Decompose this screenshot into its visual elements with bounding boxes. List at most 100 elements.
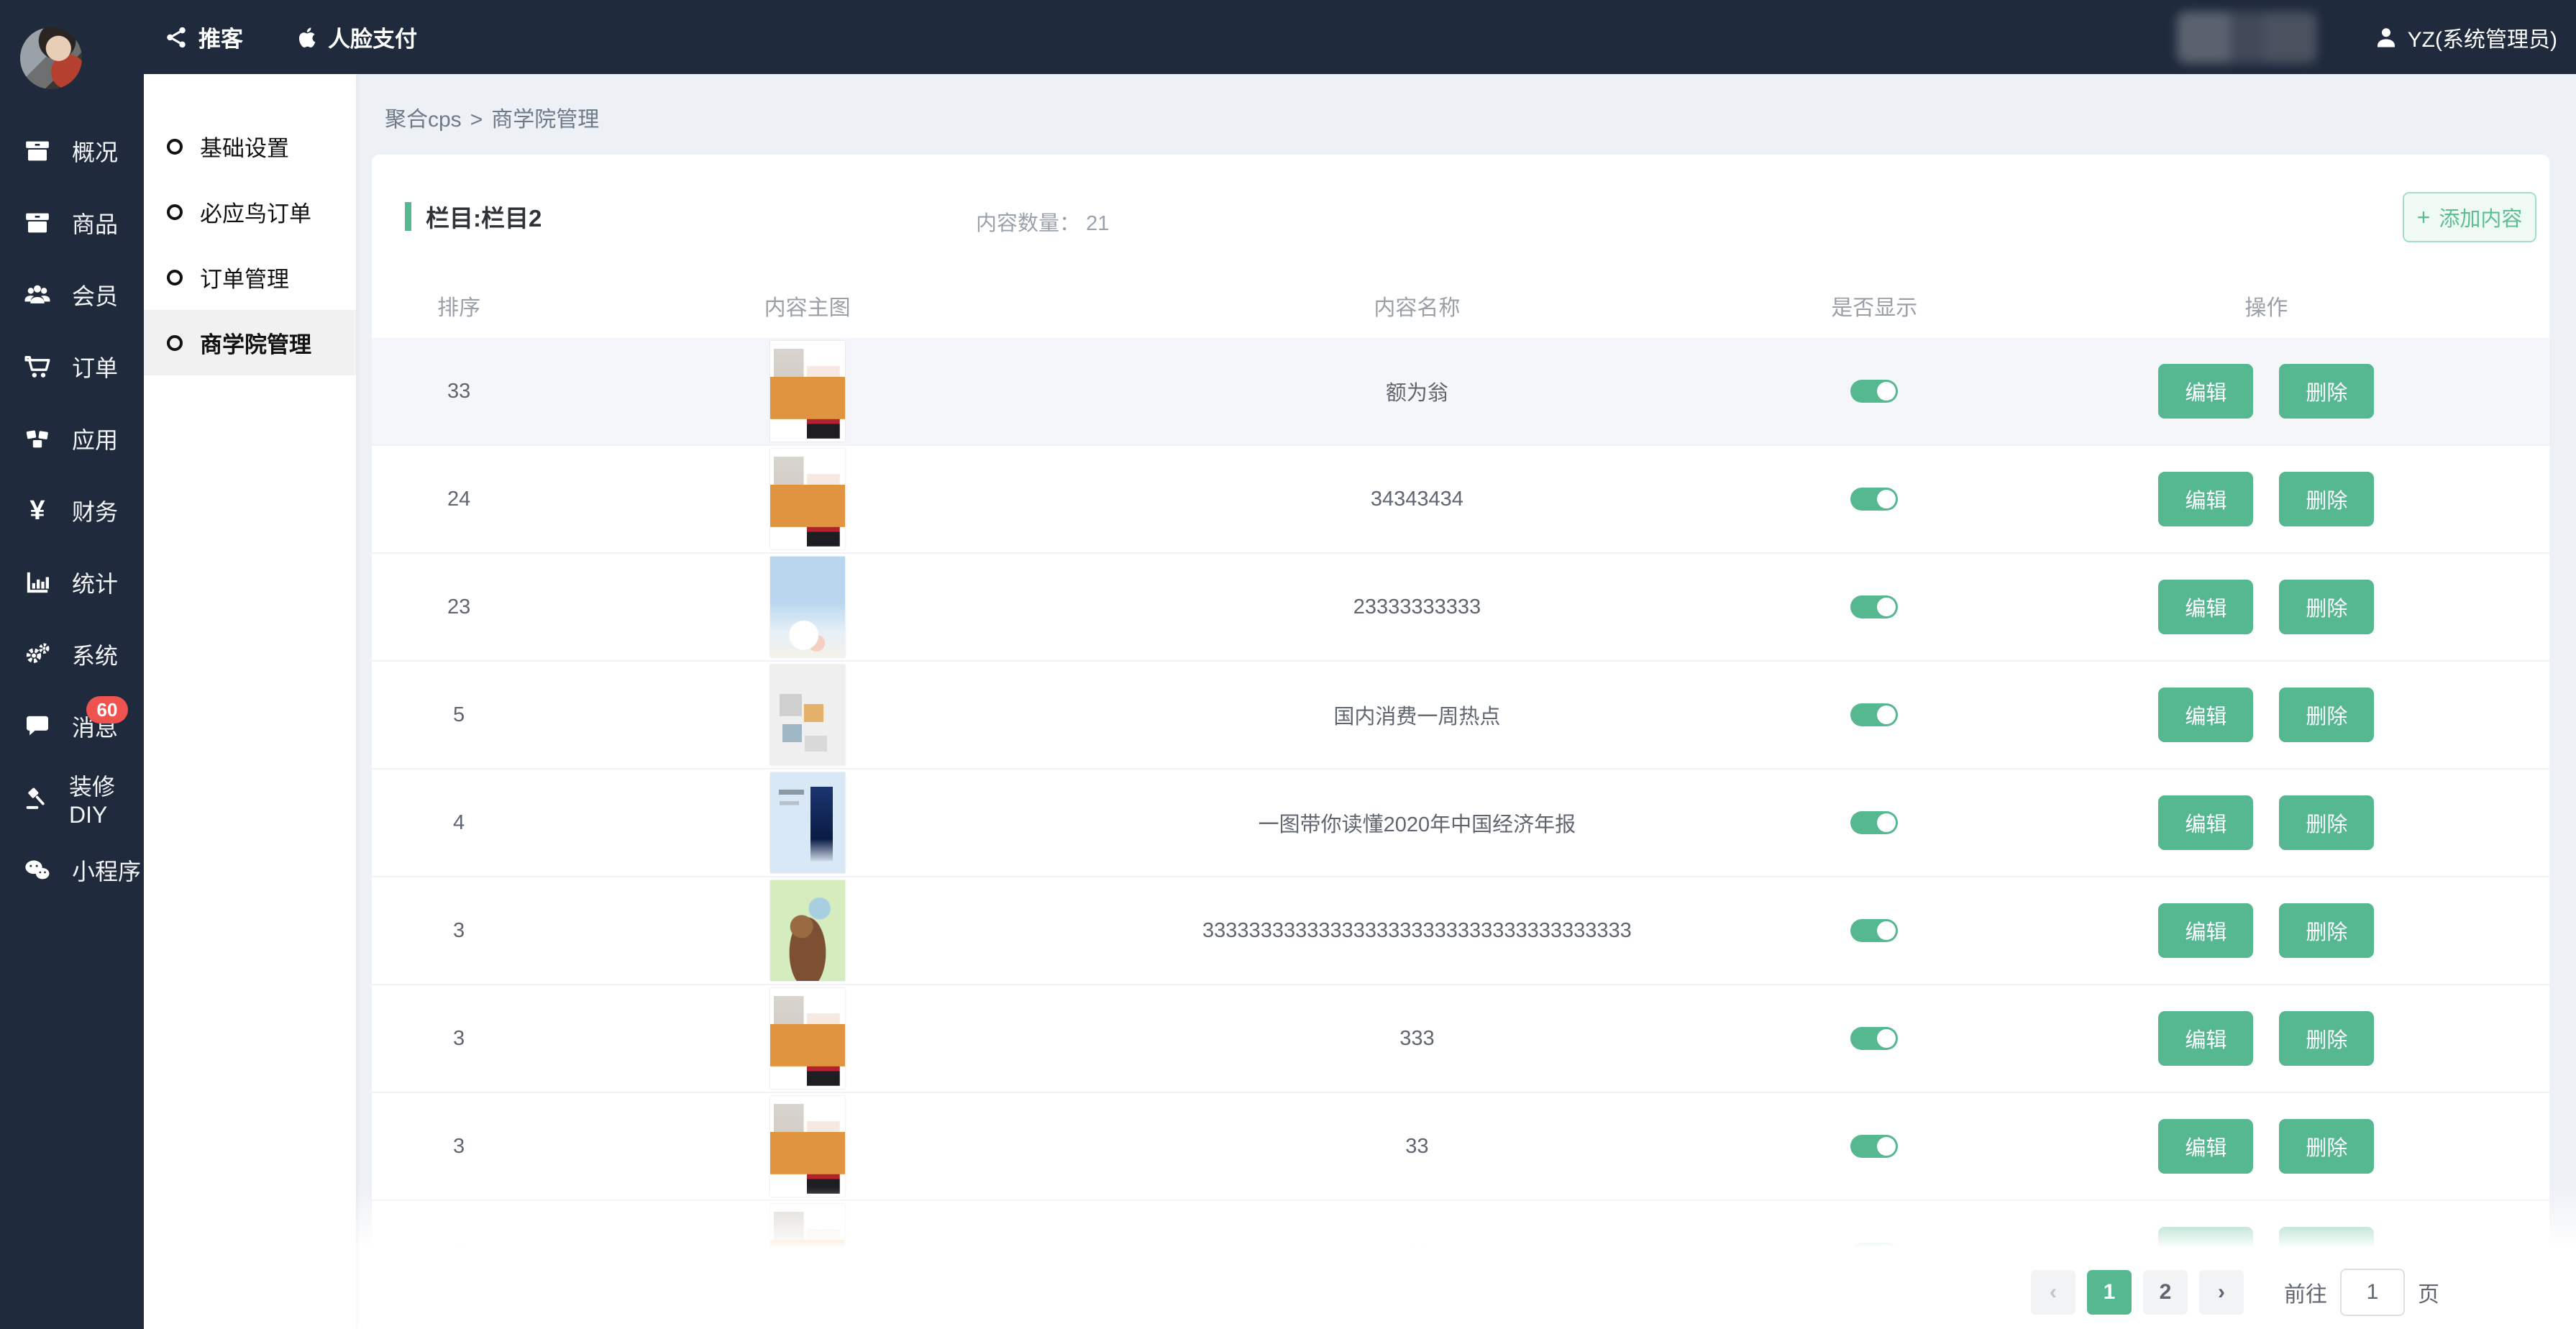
redacted-blur-block bbox=[2177, 12, 2317, 63]
sidebar-item-apps[interactable]: 应用 bbox=[0, 403, 144, 475]
table-row: 4 一图带你读懂2020年中国经济年报 编辑 删除 bbox=[372, 769, 2549, 877]
content-thumbnail bbox=[770, 1096, 845, 1197]
avatar[interactable] bbox=[20, 27, 82, 89]
table-row: 3 333 编辑 删除 bbox=[372, 985, 2549, 1093]
submenu: 基础设置 必应鸟订单 订单管理 商学院管理 bbox=[144, 74, 356, 1329]
visible-toggle[interactable] bbox=[1850, 488, 1898, 511]
edit-button[interactable]: 编辑 bbox=[2158, 1119, 2253, 1174]
table-row: 33 额为翁 编辑 删除 bbox=[372, 338, 2549, 446]
sidebar-item-label: 订单 bbox=[72, 350, 118, 383]
system-gears-icon bbox=[22, 640, 53, 669]
cell-sort: 5 bbox=[372, 703, 546, 727]
cell-name: 国内消费一周热点 bbox=[1069, 700, 1766, 730]
content-card: 栏目:栏目2 内容数量： 21 + 添加内容 排序 内容主图 内容名称 是否显示… bbox=[372, 155, 2549, 1329]
col-header-image: 内容主图 bbox=[546, 290, 1069, 321]
submenu-item-label: 订单管理 bbox=[200, 261, 289, 293]
submenu-item-basic-settings[interactable]: 基础设置 bbox=[144, 114, 356, 179]
delete-button[interactable]: 删除 bbox=[2279, 795, 2374, 850]
sidebar-item-stats[interactable]: 统计 bbox=[0, 547, 144, 618]
breadcrumb-parent[interactable]: 聚合cps bbox=[385, 108, 462, 132]
add-content-button[interactable]: + 添加内容 bbox=[2403, 192, 2536, 242]
sidebar-item-miniprogram[interactable]: 小程序 bbox=[0, 834, 144, 906]
user-icon bbox=[2373, 24, 2399, 50]
visible-toggle[interactable] bbox=[1850, 595, 1898, 618]
sidebar-item-label: 装修DIY bbox=[69, 769, 144, 828]
sidebar-item-diy[interactable]: 装修DIY bbox=[0, 762, 144, 834]
content-table: 排序 内容主图 内容名称 是否显示 操作 33 额为翁 编辑 删除 24 343… bbox=[372, 273, 2549, 1329]
sidebar-item-label: 统计 bbox=[72, 566, 118, 599]
edit-button[interactable]: 编辑 bbox=[2158, 688, 2253, 742]
visible-toggle[interactable] bbox=[1850, 1135, 1898, 1158]
pagination-prev-button[interactable]: ‹ bbox=[2031, 1270, 2075, 1315]
plus-icon: + bbox=[2417, 204, 2431, 231]
visible-toggle[interactable] bbox=[1850, 703, 1898, 726]
pagination-page-2[interactable]: 2 bbox=[2143, 1270, 2188, 1315]
submenu-item-bingbird-orders[interactable]: 必应鸟订单 bbox=[144, 179, 356, 245]
delete-button[interactable]: 删除 bbox=[2279, 472, 2374, 526]
table-bottom-fade bbox=[356, 1187, 2576, 1255]
cell-name: 3333333333333333333333333333333333333 bbox=[1069, 919, 1766, 943]
edit-button[interactable]: 编辑 bbox=[2158, 364, 2253, 419]
messages-badge: 60 bbox=[86, 696, 128, 723]
sidebar-item-messages[interactable]: 消息 60 bbox=[0, 690, 144, 762]
sidebar-item-label: 应用 bbox=[72, 422, 118, 455]
sidebar-item-members[interactable]: 会员 bbox=[0, 259, 144, 331]
card-header: 栏目:栏目2 内容数量： 21 + 添加内容 bbox=[372, 155, 2549, 273]
delete-button[interactable]: 删除 bbox=[2279, 903, 2374, 958]
submenu-item-business-school[interactable]: 商学院管理 bbox=[144, 310, 356, 375]
sidebar-item-goods[interactable]: 商品 bbox=[0, 187, 144, 259]
edit-button[interactable]: 编辑 bbox=[2158, 903, 2253, 958]
nav-face-pay[interactable]: 人脸支付 bbox=[293, 21, 417, 53]
breadcrumb: 聚合cps>商学院管理 bbox=[385, 101, 599, 133]
add-content-label: 添加内容 bbox=[2439, 202, 2522, 232]
nav-tuike[interactable]: 推客 bbox=[164, 21, 243, 53]
table-row: 5 国内消费一周热点 编辑 删除 bbox=[372, 662, 2549, 769]
delete-button[interactable]: 删除 bbox=[2279, 1119, 2374, 1174]
content-thumbnail bbox=[770, 880, 845, 981]
table-header-row: 排序 内容主图 内容名称 是否显示 操作 bbox=[372, 273, 2549, 338]
nav-tuike-label: 推客 bbox=[198, 21, 243, 53]
user-menu[interactable]: YZ(系统管理员) bbox=[2373, 22, 2557, 53]
cell-name: 额为翁 bbox=[1069, 376, 1766, 406]
sidebar-item-overview[interactable]: 概况 bbox=[0, 115, 144, 187]
share-icon bbox=[164, 25, 188, 50]
circle-icon bbox=[167, 204, 183, 220]
goto-label: 前往 bbox=[2284, 1277, 2327, 1308]
content-count-value: 21 bbox=[1086, 212, 1109, 235]
edit-button[interactable]: 编辑 bbox=[2158, 795, 2253, 850]
breadcrumb-separator: > bbox=[470, 108, 483, 132]
visible-toggle[interactable] bbox=[1850, 811, 1898, 834]
cell-name: 33 bbox=[1069, 1135, 1766, 1159]
visible-toggle[interactable] bbox=[1850, 919, 1898, 942]
messages-chat-icon bbox=[22, 712, 53, 741]
circle-icon bbox=[167, 335, 183, 351]
col-header-visible: 是否显示 bbox=[1766, 290, 1983, 321]
delete-button[interactable]: 删除 bbox=[2279, 688, 2374, 742]
nav-face-pay-label: 人脸支付 bbox=[328, 21, 417, 53]
cell-sort: 3 bbox=[372, 919, 546, 943]
edit-button[interactable]: 编辑 bbox=[2158, 1011, 2253, 1066]
edit-button[interactable]: 编辑 bbox=[2158, 472, 2253, 526]
apple-icon bbox=[293, 25, 318, 50]
pagination-page-1[interactable]: 1 bbox=[2087, 1270, 2132, 1315]
content-thumbnail bbox=[770, 664, 845, 765]
pagination-next-button[interactable]: › bbox=[2199, 1270, 2244, 1315]
table-row: 24 34343434 编辑 删除 bbox=[372, 446, 2549, 554]
visible-toggle[interactable] bbox=[1850, 1027, 1898, 1050]
delete-button[interactable]: 删除 bbox=[2279, 580, 2374, 634]
sidebar-item-system[interactable]: 系统 bbox=[0, 618, 144, 690]
page-title: 栏目:栏目2 bbox=[426, 199, 542, 234]
sidebar-item-orders[interactable]: 订单 bbox=[0, 331, 144, 403]
sidebar-item-finance[interactable]: ¥ 财务 bbox=[0, 475, 144, 547]
pagination-bar: ‹ 1 2 › 前往 页 bbox=[356, 1255, 2576, 1329]
cell-name: 333 bbox=[1069, 1027, 1766, 1051]
table-row: 23 23333333333 编辑 删除 bbox=[372, 554, 2549, 662]
sidebar-item-label: 系统 bbox=[72, 638, 118, 671]
edit-button[interactable]: 编辑 bbox=[2158, 580, 2253, 634]
table-row: 3 3333333333333333333333333333333333333 … bbox=[372, 877, 2549, 985]
visible-toggle[interactable] bbox=[1850, 380, 1898, 403]
delete-button[interactable]: 删除 bbox=[2279, 364, 2374, 419]
submenu-item-order-management[interactable]: 订单管理 bbox=[144, 245, 356, 310]
goto-page-input[interactable] bbox=[2340, 1269, 2405, 1316]
delete-button[interactable]: 删除 bbox=[2279, 1011, 2374, 1066]
